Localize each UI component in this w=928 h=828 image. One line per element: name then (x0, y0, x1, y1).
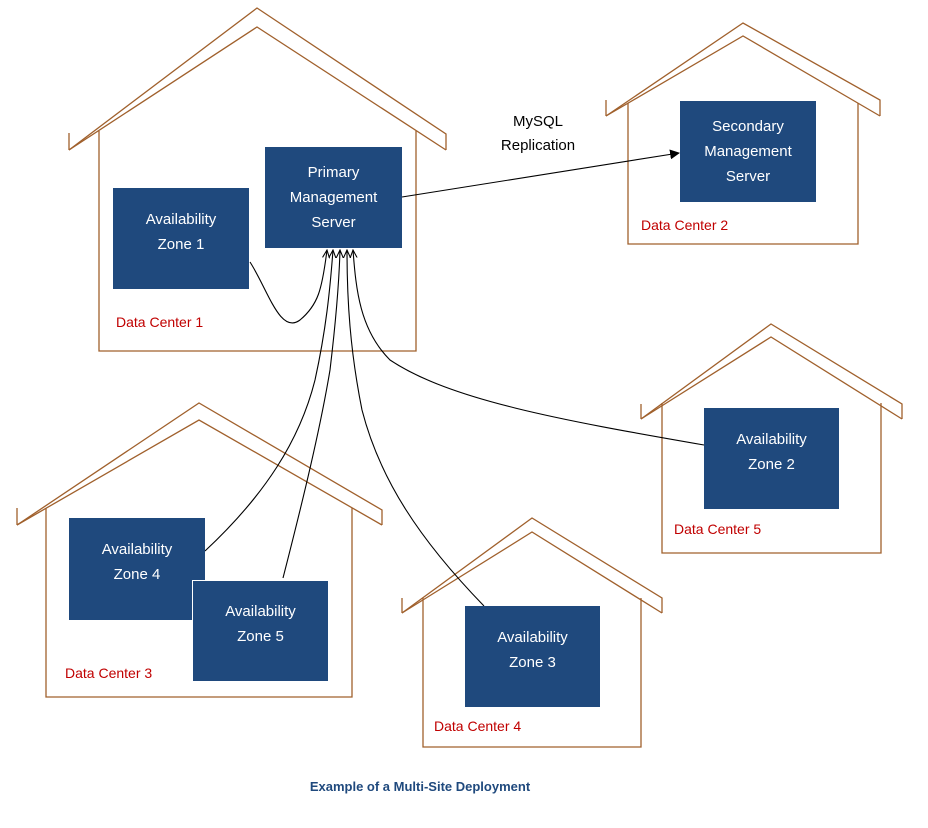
replication-label: MySQL Replication (486, 110, 590, 158)
node-label-line: Secondary (712, 118, 784, 135)
connector-az1-primary (249, 250, 327, 324)
availability-zone-4: Availability Zone 4 (69, 518, 205, 620)
node-label-line: Server (725, 168, 771, 185)
node-label-line: Zone 2 (748, 455, 795, 473)
connector-replication (401, 149, 680, 198)
house-roof-outer (68, 7, 447, 151)
node-label-line: Primary (307, 164, 360, 181)
house-roof-inner (68, 26, 447, 151)
figure-caption: Example of a Multi-Site Deployment (309, 779, 531, 794)
node-label-line: Availability (225, 603, 296, 620)
node-label-line: Zone 1 (157, 235, 205, 253)
availability-zone-2: Availability Zone 2 (704, 408, 839, 509)
node-label-line: Server (311, 214, 356, 231)
node-label-line: Availability (497, 628, 568, 646)
node-label-line: Management (289, 189, 378, 206)
data-center-3-label: Data Center 3 (65, 665, 153, 681)
node-label-line: Zone 4 (113, 566, 161, 583)
data-center-5-label: Data Center 5 (674, 521, 762, 537)
replication-label-line1: MySQL (512, 113, 563, 130)
data-center-4-label: Data Center 4 (434, 718, 522, 734)
connector-az4-primary (204, 250, 333, 552)
node-label-line: Availability (145, 210, 217, 228)
data-center-1-label: Data Center 1 (116, 314, 204, 330)
availability-zone-1: Availability Zone 1 (113, 188, 249, 289)
connector-az2-primary (353, 250, 705, 446)
primary-management-server: Primary Management Server (265, 147, 402, 248)
connector-az5-primary (282, 250, 340, 579)
data-center-2-label: Data Center 2 (641, 217, 729, 233)
node-label-line: Zone 3 (509, 653, 556, 671)
node-label-line: Availability (736, 430, 807, 448)
availability-zone-3: Availability Zone 3 (465, 606, 600, 707)
availability-zone-5: Availability Zone 5 (192, 580, 328, 681)
node-label-line: Availability (101, 541, 173, 558)
node-label-line: Management (704, 143, 792, 160)
replication-label-line2: Replication (500, 137, 576, 154)
node-label-line: Zone 5 (237, 628, 284, 645)
secondary-management-server: Secondary Management Server (680, 101, 816, 202)
